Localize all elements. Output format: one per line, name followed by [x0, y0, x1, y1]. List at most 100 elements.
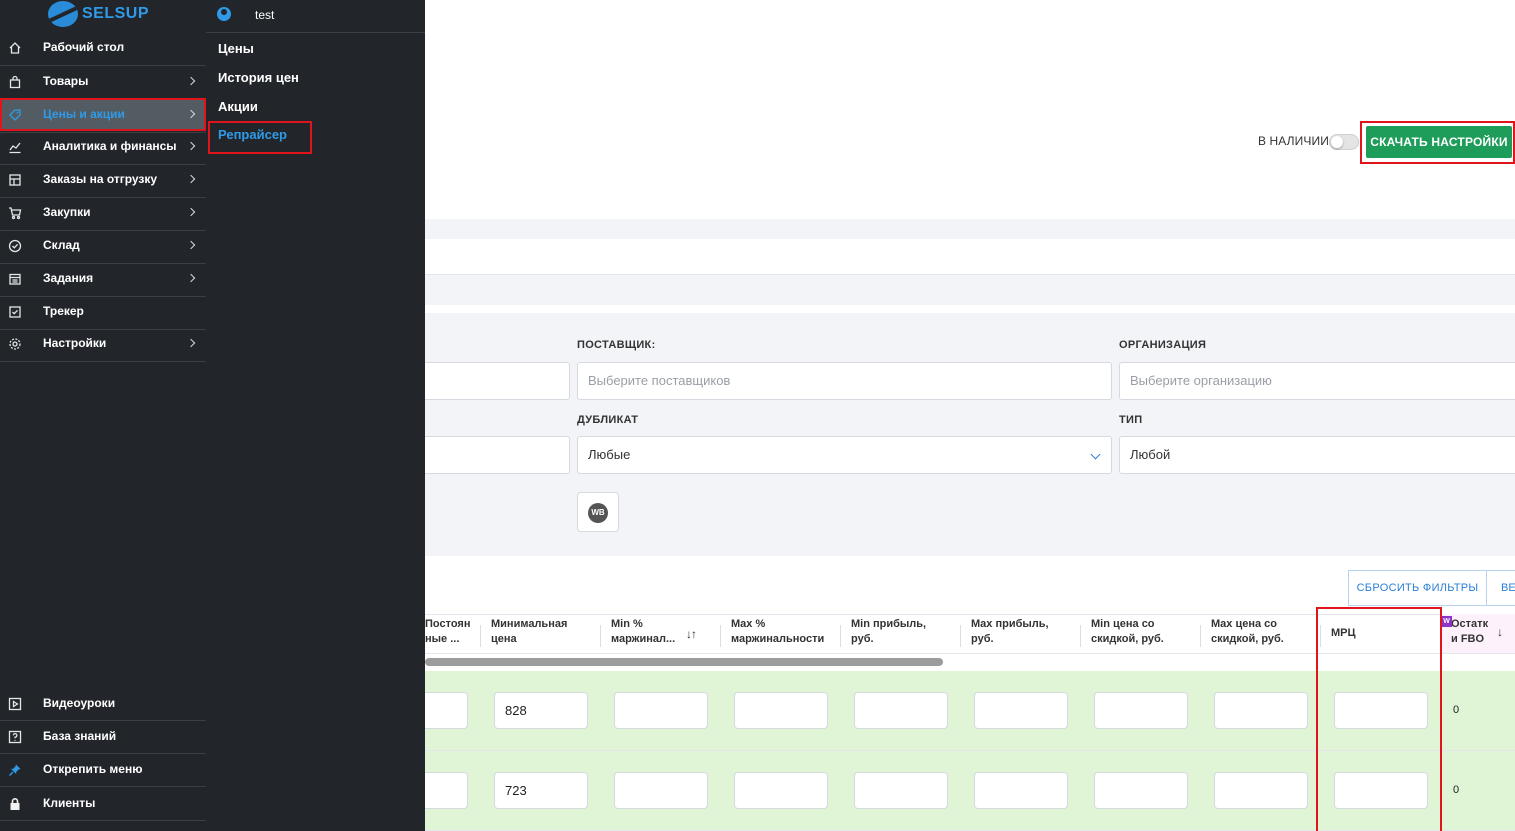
- gear-icon: [8, 337, 22, 351]
- column-header-3[interactable]: Min % маржинал...: [611, 617, 675, 647]
- type-value: Любой: [1130, 447, 1171, 462]
- column-header-line1: Постоян: [425, 618, 471, 630]
- cell-input[interactable]: [614, 692, 708, 729]
- sidebar-bottom-item-1[interactable]: Видеоуроки: [0, 687, 206, 720]
- supplier-label: ПОСТАВЩИК:: [577, 339, 656, 351]
- chevron-right-icon: [186, 76, 196, 86]
- sort-desc-icon[interactable]: ↓: [1497, 625, 1503, 640]
- column-header-6[interactable]: Max прибыль, руб.: [971, 617, 1049, 647]
- cell-input[interactable]: [1214, 772, 1308, 809]
- chevron-right-icon: [186, 240, 196, 250]
- submenu-item-2[interactable]: История цен: [218, 70, 299, 85]
- min-price-input[interactable]: 723: [494, 772, 588, 809]
- play-icon: [8, 697, 22, 711]
- next-action-button[interactable]: ВЕ: [1486, 570, 1515, 606]
- checklist-icon: [8, 305, 22, 319]
- min-price-input[interactable]: 828: [494, 692, 588, 729]
- organization-label: ОРГАНИЗАЦИЯ: [1119, 339, 1207, 351]
- duplicate-label: ДУБЛИКАТ: [577, 414, 639, 426]
- logo[interactable]: SELSUP: [48, 0, 149, 28]
- cell-input[interactable]: [734, 692, 828, 729]
- cell-input[interactable]: [854, 772, 948, 809]
- column-header-2[interactable]: Минимальная цена: [491, 617, 567, 647]
- column-header-4[interactable]: Max % маржинальности: [731, 617, 824, 647]
- sidebar-item-3[interactable]: Цены и акции: [0, 98, 206, 131]
- column-header-line1: Min прибыль,: [851, 618, 927, 630]
- sidebar-item-5[interactable]: Заказы на отгрузку: [0, 163, 206, 196]
- submenu-item-3[interactable]: Акции: [218, 99, 258, 114]
- sidebar-item-4[interactable]: Аналитика и финансы: [0, 130, 206, 163]
- sidebar-item-label: Задания: [43, 271, 94, 285]
- cell-input[interactable]: [1094, 772, 1188, 809]
- sidebar-item-label: Цены и акции: [43, 107, 125, 121]
- supplier-select[interactable]: Выберите поставщиков: [577, 362, 1112, 400]
- sidebar-item-label: Склад: [43, 238, 80, 252]
- submenu-item-4[interactable]: Репрайсер: [218, 127, 287, 142]
- horizontal-scrollbar[interactable]: [425, 658, 943, 666]
- column-header-8[interactable]: Max цена со скидкой, руб.: [1211, 617, 1284, 647]
- sort-arrows-icon[interactable]: ↓↑: [686, 627, 697, 641]
- column-header-1[interactable]: Постоян ные ...: [425, 617, 470, 647]
- sidebar-item-1[interactable]: Рабочий стол: [0, 31, 206, 64]
- column-header-10[interactable]: Остатк и FBO: [1451, 617, 1488, 647]
- cell-input[interactable]: [854, 692, 948, 729]
- tag-icon: [8, 108, 22, 122]
- toggle-knob: [1331, 136, 1343, 148]
- gray-band-2: [425, 275, 1515, 305]
- organization-select[interactable]: Выберите организацию: [1119, 362, 1515, 400]
- first-filter-input[interactable]: [420, 362, 570, 400]
- reset-filters-button[interactable]: СБРОСИТЬ ФИЛЬТРЫ: [1348, 570, 1487, 606]
- mrc-input[interactable]: [1334, 772, 1428, 809]
- sidebar-bottom-item-2[interactable]: База знаний: [0, 720, 206, 753]
- cell-input[interactable]: [1214, 692, 1308, 729]
- check-circle-icon: [8, 239, 22, 253]
- download-settings-button[interactable]: СКАЧАТЬ НАСТРОЙКИ: [1366, 126, 1512, 158]
- sidebar-item-10[interactable]: Настройки: [0, 327, 206, 360]
- cell-input[interactable]: [734, 772, 828, 809]
- sidebar-bottom-item-4[interactable]: Клиенты: [0, 787, 206, 820]
- sidebar-item-6[interactable]: Закупки: [0, 196, 206, 229]
- submenu-item-1[interactable]: Цены: [218, 41, 254, 56]
- mrc-input[interactable]: [1334, 692, 1428, 729]
- duplicate-select[interactable]: Любые: [577, 436, 1112, 474]
- sidebar-item-label: Настройки: [43, 336, 107, 350]
- column-header-line2: цена: [491, 633, 517, 645]
- ozon-icon: W: [1441, 616, 1452, 627]
- question-icon: [8, 730, 22, 744]
- user-row[interactable]: test: [206, 0, 425, 33]
- wildberries-filter-button[interactable]: WB: [577, 492, 619, 532]
- cart-icon: [8, 206, 22, 220]
- sidebar-item-7[interactable]: Склад: [0, 229, 206, 262]
- column-separator: [1200, 625, 1201, 647]
- column-header-7[interactable]: Min цена со скидкой, руб.: [1091, 617, 1164, 647]
- wildberries-icon: WB: [588, 503, 608, 523]
- cell-input[interactable]: [614, 772, 708, 809]
- sidebar-item-label: Клиенты: [43, 796, 96, 810]
- column-header-9[interactable]: МРЦ: [1331, 626, 1356, 641]
- sidebar-item-2[interactable]: Товары: [0, 65, 206, 98]
- type-select[interactable]: Любой: [1119, 436, 1515, 474]
- sidebar-divider: [0, 361, 206, 362]
- home-icon: [8, 41, 22, 55]
- column-separator: [1320, 625, 1321, 647]
- sidebar-bottom-item-3[interactable]: Открепить меню: [0, 753, 206, 786]
- chevron-right-icon: [186, 174, 196, 184]
- column-header-5[interactable]: Min прибыль, руб.: [851, 617, 926, 647]
- chevron-right-icon: [186, 207, 196, 217]
- logo-text: SELSUP: [82, 5, 150, 22]
- cell-input[interactable]: [1094, 692, 1188, 729]
- sidebar-item-9[interactable]: Трекер: [0, 295, 206, 328]
- prices-submenu: test Цены История цен Акции Репрайсер: [206, 0, 425, 831]
- chevron-right-icon: [186, 141, 196, 151]
- column-separator: [840, 625, 841, 647]
- chart-icon: [8, 140, 22, 154]
- column-header-line2: скидкой, руб.: [1091, 633, 1164, 645]
- in-stock-label: В НАЛИЧИИ: [1258, 134, 1329, 148]
- column-header-line1: МРЦ: [1331, 627, 1356, 639]
- sidebar-item-8[interactable]: Задания: [0, 262, 206, 295]
- second-filter-input[interactable]: [420, 436, 570, 474]
- cell-input[interactable]: [974, 692, 1068, 729]
- cell-input[interactable]: [974, 772, 1068, 809]
- in-stock-toggle[interactable]: [1329, 134, 1359, 150]
- fbo-stock-value: 0: [1453, 784, 1460, 796]
